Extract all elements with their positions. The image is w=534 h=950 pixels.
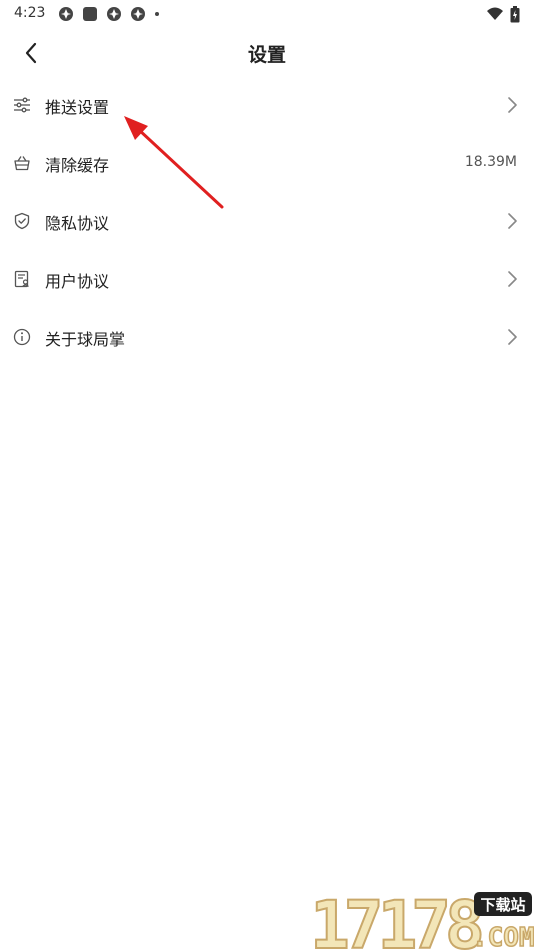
menu-item-label: 关于球局掌 bbox=[45, 330, 126, 349]
settings-menu-list: 推送设置 清除缓存 18.39M 隐私协议 用户协议 关于球局掌 bbox=[0, 76, 534, 366]
dot-icon bbox=[155, 12, 159, 16]
battery-icon bbox=[510, 5, 520, 22]
sliders-icon bbox=[12, 95, 32, 115]
menu-item-privacy-policy[interactable]: 隐私协议 bbox=[0, 192, 534, 250]
menu-item-push-settings[interactable]: 推送设置 bbox=[0, 76, 534, 134]
shield-check-icon bbox=[12, 211, 32, 231]
svg-text:下载站: 下载站 bbox=[480, 896, 525, 914]
menu-item-user-agreement[interactable]: 用户协议 bbox=[0, 250, 534, 308]
menu-item-label: 清除缓存 bbox=[45, 156, 110, 175]
circle-status-icon bbox=[131, 7, 145, 21]
circle-status-icon bbox=[59, 7, 73, 21]
chevron-right-icon bbox=[508, 271, 517, 287]
menu-item-label: 隐私协议 bbox=[45, 214, 110, 233]
circle-status-icon bbox=[107, 7, 121, 21]
header: 设置 bbox=[0, 28, 534, 76]
wifi-icon bbox=[487, 7, 503, 20]
status-time: 4:23 bbox=[14, 5, 46, 21]
menu-item-label: 用户协议 bbox=[45, 272, 110, 291]
square-app-icon bbox=[83, 7, 97, 21]
menu-item-clear-cache[interactable]: 清除缓存 18.39M bbox=[0, 134, 534, 192]
chevron-right-icon bbox=[508, 213, 517, 229]
status-icons-right bbox=[486, 5, 520, 23]
status-icons-left bbox=[58, 5, 160, 23]
annotation-arrow bbox=[124, 116, 224, 209]
document-user-icon bbox=[12, 269, 32, 289]
menu-item-about[interactable]: 关于球局掌 bbox=[0, 308, 534, 366]
site-watermark-logo: 17178 下载站 .COM bbox=[309, 886, 534, 950]
svg-text:.COM: .COM bbox=[472, 923, 534, 950]
chevron-right-icon bbox=[508, 97, 517, 113]
cache-size-value: 18.39M bbox=[464, 154, 517, 170]
svg-text:17178: 17178 bbox=[310, 887, 481, 950]
chevron-right-icon bbox=[508, 329, 517, 345]
status-bar: 4:23 bbox=[0, 0, 534, 28]
basket-icon bbox=[12, 153, 32, 173]
menu-item-label: 推送设置 bbox=[45, 98, 110, 117]
page-title: 设置 bbox=[247, 44, 286, 66]
info-icon bbox=[12, 327, 32, 347]
